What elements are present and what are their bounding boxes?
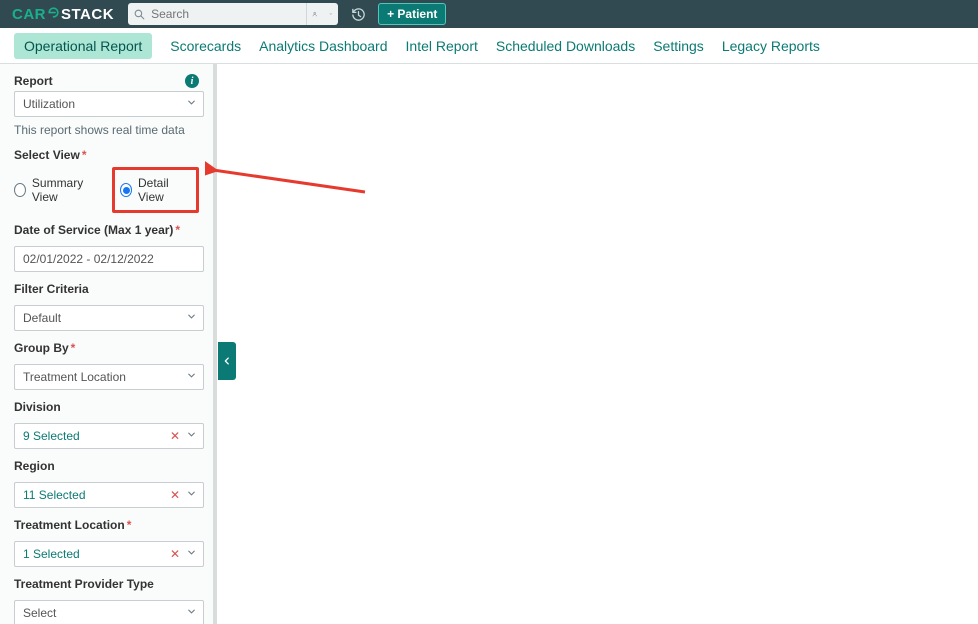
region-select[interactable]: 11 Selected ✕ — [14, 482, 204, 508]
group-by-value: Treatment Location — [23, 370, 126, 384]
chevron-down-icon — [186, 97, 197, 111]
dos-label: Date of Service (Max 1 year)* — [14, 223, 180, 237]
treatment-location-value: 1 Selected — [23, 547, 80, 561]
brand-e-icon — [47, 6, 60, 22]
brand-logo: CAR STACK — [12, 6, 114, 23]
chevron-left-icon — [222, 354, 232, 368]
sidebar-collapse-handle[interactable] — [218, 342, 236, 380]
top-bar: CAR STACK + Patient — [0, 0, 978, 28]
tab-legacy-reports[interactable]: Legacy Reports — [722, 28, 820, 64]
report-value: Utilization — [23, 97, 75, 111]
region-value: 11 Selected — [23, 488, 86, 502]
division-label: Division — [14, 400, 61, 414]
chevron-down-icon — [186, 547, 197, 561]
treatment-location-clear-icon[interactable]: ✕ — [170, 547, 180, 561]
radio-detail-view[interactable]: Detail View — [120, 176, 187, 204]
dos-input[interactable]: 02/01/2022 - 02/12/2022 — [14, 246, 204, 272]
detail-view-callout: Detail View — [112, 167, 199, 213]
search-box[interactable] — [128, 3, 338, 25]
tab-scheduled-downloads[interactable]: Scheduled Downloads — [496, 28, 635, 64]
filter-criteria-label: Filter Criteria — [14, 282, 89, 296]
main-canvas — [217, 64, 978, 624]
tab-settings[interactable]: Settings — [653, 28, 704, 64]
region-clear-icon[interactable]: ✕ — [170, 488, 180, 502]
tab-intel-report[interactable]: Intel Report — [406, 28, 478, 64]
chevron-down-icon — [186, 488, 197, 502]
brand-text-stack: STACK — [61, 6, 114, 23]
radio-detail-label: Detail View — [138, 176, 187, 204]
select-view-label: Select View* — [14, 148, 87, 162]
search-input[interactable] — [151, 7, 306, 21]
tab-bar: Operational Report Scorecards Analytics … — [0, 28, 978, 64]
chevron-down-icon — [186, 370, 197, 384]
treatment-location-select[interactable]: 1 Selected ✕ — [14, 541, 204, 567]
filter-criteria-select[interactable]: Default — [14, 305, 204, 331]
tab-analytics-dashboard[interactable]: Analytics Dashboard — [259, 28, 387, 64]
dos-value: 02/01/2022 - 02/12/2022 — [23, 252, 154, 266]
treatment-provider-type-select[interactable]: Select — [14, 600, 204, 624]
chevron-down-icon — [186, 311, 197, 325]
treatment-provider-type-value: Select — [23, 606, 56, 620]
content-area: Report i Utilization This report shows r… — [0, 64, 978, 624]
history-icon — [350, 6, 367, 23]
chevron-down-icon — [186, 606, 197, 620]
treatment-provider-type-label: Treatment Provider Type — [14, 577, 154, 591]
treatment-location-label: Treatment Location* — [14, 518, 131, 532]
add-patient-label: + Patient — [387, 7, 437, 21]
tab-operational-report[interactable]: Operational Report — [14, 33, 152, 59]
filter-criteria-value: Default — [23, 311, 61, 325]
group-by-label: Group By* — [14, 341, 75, 355]
report-hint: This report shows real time data — [14, 123, 199, 137]
search-icon — [133, 8, 146, 21]
radio-summary-label: Summary View — [32, 176, 98, 204]
tab-scorecards[interactable]: Scorecards — [170, 28, 241, 64]
chevron-down-icon — [186, 429, 197, 443]
report-label: Report — [14, 74, 53, 88]
radio-summary-view[interactable]: Summary View — [14, 176, 98, 204]
group-by-select[interactable]: Treatment Location — [14, 364, 204, 390]
radio-icon-selected — [120, 183, 132, 197]
search-scope-user-dropdown[interactable] — [306, 3, 338, 25]
division-clear-icon[interactable]: ✕ — [170, 429, 180, 443]
division-select[interactable]: 9 Selected ✕ — [14, 423, 204, 449]
user-icon — [312, 8, 317, 20]
region-label: Region — [14, 459, 55, 473]
report-select[interactable]: Utilization — [14, 91, 204, 117]
info-icon[interactable]: i — [185, 74, 199, 88]
division-value: 9 Selected — [23, 429, 80, 443]
add-patient-button[interactable]: + Patient — [378, 3, 446, 25]
brand-text-care: CAR — [12, 6, 46, 23]
radio-icon — [14, 183, 26, 197]
chevron-down-icon — [329, 10, 333, 18]
history-button[interactable] — [346, 2, 370, 26]
filter-sidebar: Report i Utilization This report shows r… — [0, 64, 217, 624]
